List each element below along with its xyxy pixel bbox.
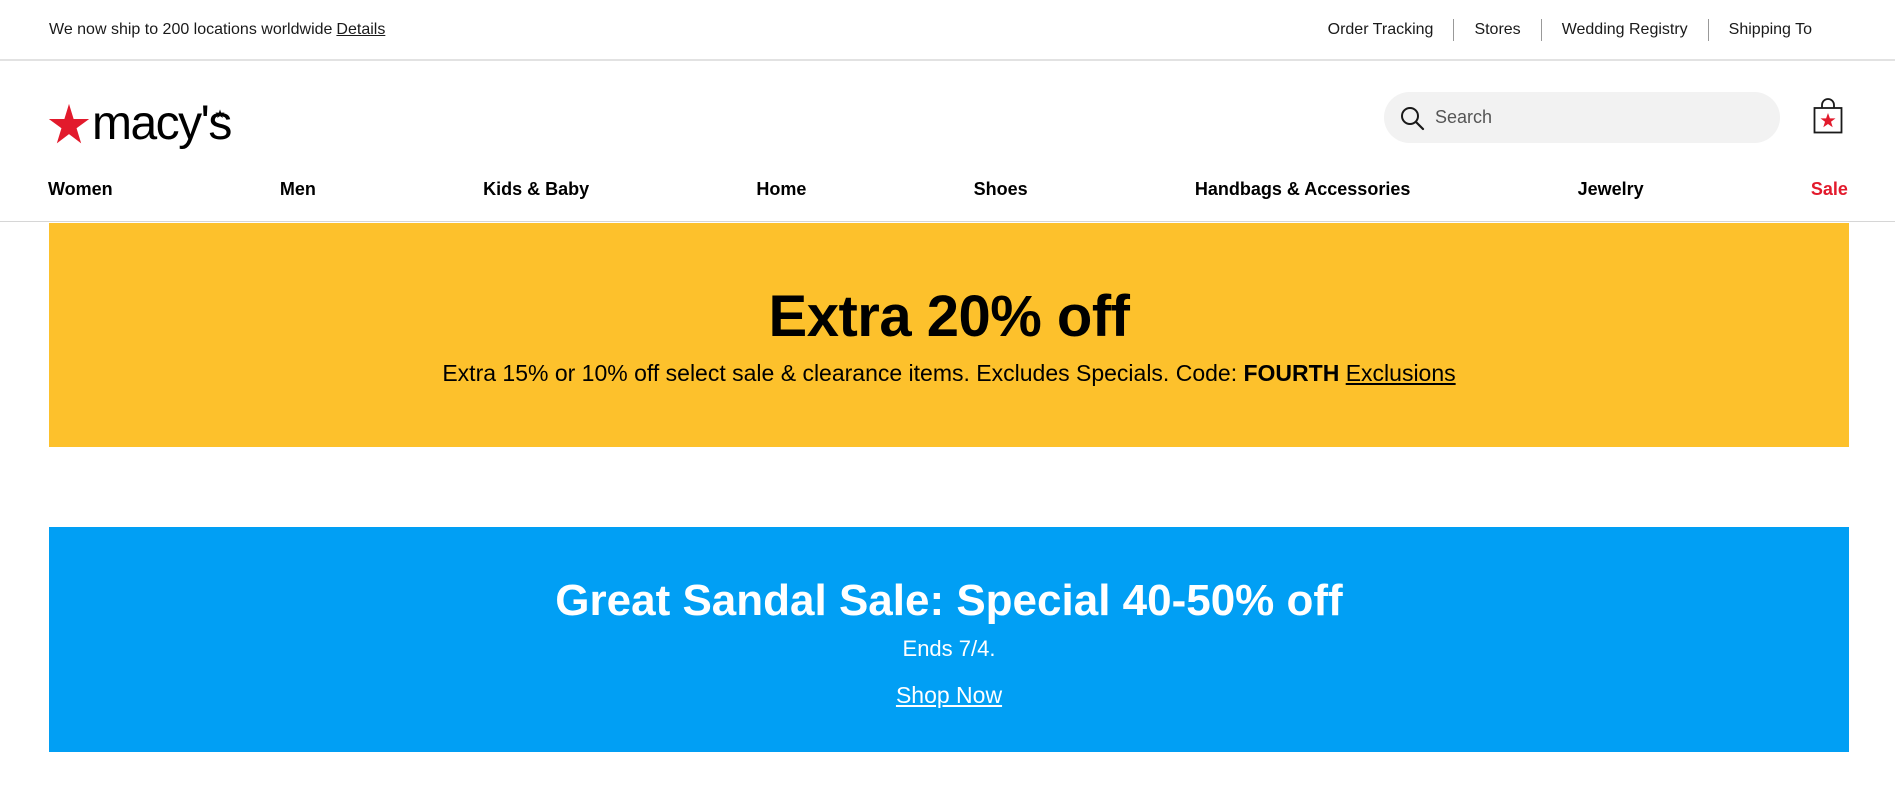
macys-logo[interactable]: macy's ★: [48, 89, 232, 148]
logo-wordmark: macy's ★: [92, 100, 232, 148]
utility-bar: We now ship to 200 locations worldwide De…: [0, 0, 1895, 61]
order-tracking-link[interactable]: Order Tracking: [1308, 21, 1454, 39]
nav-item-men[interactable]: Men: [280, 179, 316, 200]
promo-headline: Extra 20% off: [768, 284, 1130, 349]
nav-item-home[interactable]: Home: [756, 179, 806, 200]
promo-subtext: Extra 15% or 10% off select sale & clear…: [49, 360, 1849, 387]
nav-item-women[interactable]: Women: [48, 179, 113, 200]
search-input[interactable]: [1435, 107, 1765, 128]
promo-description: Extra 15% or 10% off select sale & clear…: [442, 360, 1238, 386]
shipping-to-link[interactable]: Shipping To: [1709, 21, 1812, 39]
nav-item-sale[interactable]: Sale: [1811, 179, 1848, 200]
utility-links: Order Tracking Stores Wedding Registry S…: [1308, 19, 1812, 41]
shop-now-link-wrapper: Shop Now: [49, 682, 1849, 709]
shipping-message-text: We now ship to 200 locations worldwide: [49, 21, 333, 38]
promo-code: FOURTH: [1243, 360, 1340, 386]
logo-small-star-icon: ★: [214, 107, 226, 121]
shop-now-link[interactable]: Shop Now: [896, 682, 1002, 708]
promo-headline: Great Sandal Sale: Special 40-50% off: [555, 576, 1343, 625]
promo-end-date: Ends 7/4.: [902, 636, 996, 661]
exclusions-link[interactable]: Exclusions: [1346, 360, 1456, 386]
nav-item-handbags-accessories[interactable]: Handbags & Accessories: [1195, 179, 1410, 200]
stores-link[interactable]: Stores: [1454, 21, 1540, 39]
search-icon: [1401, 106, 1425, 130]
shopping-bag-icon[interactable]: [1813, 98, 1843, 134]
promo-banner-extra-off[interactable]: Extra 20% off Extra 15% or 10% off selec…: [49, 223, 1849, 447]
wedding-registry-link[interactable]: Wedding Registry: [1542, 21, 1708, 39]
shipping-message: We now ship to 200 locations worldwide De…: [49, 21, 385, 39]
details-link[interactable]: Details: [336, 21, 385, 38]
red-star-icon: [48, 103, 90, 144]
promo-banner-sandal-sale[interactable]: Great Sandal Sale: Special 40-50% off En…: [49, 527, 1849, 752]
search-bar[interactable]: [1384, 92, 1780, 143]
site-header: macy's★ Women Men Kids & Baby Home Shoes…: [0, 61, 1895, 222]
nav-item-shoes[interactable]: Shoes: [974, 179, 1028, 200]
main-nav: Women Men Kids & Baby Home Shoes Handbag…: [48, 179, 1848, 200]
nav-item-kids-baby[interactable]: Kids & Baby: [483, 179, 589, 200]
nav-item-jewelry[interactable]: Jewelry: [1578, 179, 1644, 200]
